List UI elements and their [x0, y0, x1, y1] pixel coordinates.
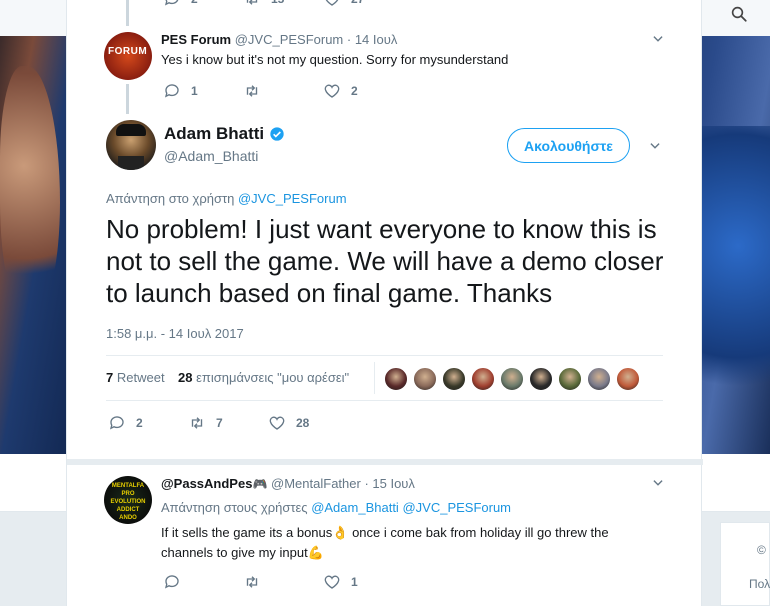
reply-to-prefix: Απάντηση στο χρήστη [106, 191, 235, 206]
avatar-text: MENTALFA PRO EVOLUTION ADDICT ANDO [110, 483, 146, 521]
reply-count: 2 [191, 0, 198, 6]
author-handle[interactable]: @Adam_Bhatti [164, 148, 258, 164]
author-name-row: Adam Bhatti [164, 124, 285, 144]
tweet-text-part: If it sells the game its a bonus [161, 525, 333, 540]
search-icon[interactable] [730, 5, 748, 23]
sidebar-footer-card: © Πολ [720, 522, 770, 606]
reply-to-prefix: Απάντηση στους χρήστες [161, 500, 308, 515]
liker-avatar[interactable] [384, 367, 408, 391]
chevron-down-icon[interactable] [651, 476, 665, 490]
like-action[interactable]: 27 [323, 0, 364, 8]
retweet-count: 15 [271, 0, 284, 6]
thread-line [126, 0, 129, 26]
reply-action[interactable] [163, 573, 181, 591]
flexed-biceps-emoji: 💪 [307, 545, 324, 560]
gamepad-emoji: 🎮 [252, 477, 268, 491]
tweet-stats: 7 Retweet 28 επισημάνσεις "μου αρέσει" [106, 355, 663, 401]
reply-count: 2 [136, 416, 143, 430]
avatar-text: FORUM [108, 46, 148, 57]
policy-link[interactable]: Πολ [749, 577, 770, 591]
retweet-action[interactable] [243, 573, 261, 591]
like-count: 1 [351, 575, 358, 589]
heart-icon [324, 84, 340, 98]
tweet-panel: 2 15 27 FORUM PES Forum @JVC_PESForum · … [66, 0, 703, 606]
retweet-stat-count: 7 [106, 370, 114, 385]
tweet-text: Yes i know but it's not my question. Sor… [161, 52, 509, 67]
reply-count: 1 [191, 84, 198, 98]
retweet-icon [246, 576, 258, 588]
reply-action[interactable]: 1 [163, 82, 198, 100]
avatar[interactable]: FORUM [104, 32, 152, 80]
liker-avatar[interactable] [413, 367, 437, 391]
like-count: 28 [296, 416, 310, 430]
reply-to-handle[interactable]: @JVC_PESForum [402, 500, 511, 515]
reply-to-handle[interactable]: @Adam_Bhatti [311, 500, 399, 515]
heart-icon [324, 575, 340, 589]
reply-to-handle[interactable]: @JVC_PESForum [238, 191, 347, 206]
liker-avatar[interactable] [616, 367, 640, 391]
heart-icon [325, 0, 339, 6]
liker-avatar[interactable] [529, 367, 553, 391]
retweet-icon [191, 417, 203, 429]
tweet-text: No problem! I just want everyone to know… [106, 214, 664, 308]
reply-separator [67, 459, 703, 465]
author-handle[interactable]: @MentalFather [271, 476, 361, 491]
like-action[interactable]: 1 [323, 573, 358, 591]
thread-line [126, 84, 129, 114]
liker-avatar[interactable] [471, 367, 495, 391]
tweet-header: PES Forum @JVC_PESForum · 14 Ιουλ [161, 32, 397, 47]
author-handle[interactable]: @JVC_PESForum [235, 32, 344, 47]
copyright-text: © [757, 543, 766, 557]
retweet-action[interactable]: 7 [188, 414, 223, 432]
reply-action[interactable]: 2 [163, 0, 198, 8]
reply-icon [164, 84, 179, 98]
reply-icon [164, 575, 179, 589]
tweet-date[interactable]: · 14 Ιουλ [347, 32, 397, 47]
reply-context: Απάντηση στο χρήστη @JVC_PESForum [106, 191, 347, 206]
reply-context: Απάντηση στους χρήστες @Adam_Bhatti @JVC… [161, 500, 511, 515]
tweet-text: If it sells the game its a bonus👌 once i… [161, 523, 661, 563]
avatar[interactable]: MENTALFA PRO EVOLUTION ADDICT ANDO [104, 476, 152, 524]
like-action[interactable]: 2 [323, 82, 358, 100]
retweet-icon [246, 0, 258, 5]
follow-button[interactable]: Ακολουθήστε [507, 128, 630, 163]
avatar[interactable] [106, 120, 156, 170]
tweet-timestamp[interactable]: 1:58 μ.μ. - 14 Ιουλ 2017 [106, 326, 244, 341]
like-stat-label: επισημάνσεις "μου αρέσει" [196, 370, 350, 385]
like-stat-count: 28 [178, 370, 193, 385]
retweet-action[interactable]: 15 [243, 0, 284, 8]
author-name[interactable]: @PassAndPes [161, 476, 252, 491]
liker-avatar[interactable] [558, 367, 582, 391]
author-name[interactable]: PES Forum [161, 32, 231, 47]
chevron-down-icon[interactable] [648, 139, 662, 153]
retweet-count: 7 [216, 416, 223, 430]
liker-avatar[interactable] [442, 367, 466, 391]
heart-icon [269, 416, 285, 430]
retweet-stat-label: Retweet [116, 370, 165, 385]
liker-avatar[interactable] [500, 367, 524, 391]
reply-icon [164, 0, 179, 6]
liker-avatar[interactable] [587, 367, 611, 391]
chevron-down-icon[interactable] [651, 32, 665, 46]
like-action[interactable]: 28 [268, 414, 309, 432]
tweet-date[interactable]: · 15 Ιουλ [364, 476, 414, 491]
like-count: 2 [351, 84, 358, 98]
ok-hand-emoji: 👌 [332, 525, 349, 540]
like-stat[interactable]: 28 επισημάνσεις "μου αρέσει" [178, 370, 349, 385]
like-count: 27 [351, 0, 364, 6]
verified-badge-icon [270, 127, 284, 141]
retweet-icon [246, 85, 258, 97]
tweet-header: @PassAndPes🎮 @MentalFather · 15 Ιουλ [161, 476, 415, 491]
author-name[interactable]: Adam Bhatti [164, 124, 264, 144]
retweet-action[interactable] [243, 82, 261, 100]
reply-icon [109, 416, 124, 430]
reply-action[interactable]: 2 [108, 414, 143, 432]
stats-divider [374, 362, 375, 394]
retweet-stat[interactable]: 7 Retweet [106, 370, 165, 385]
